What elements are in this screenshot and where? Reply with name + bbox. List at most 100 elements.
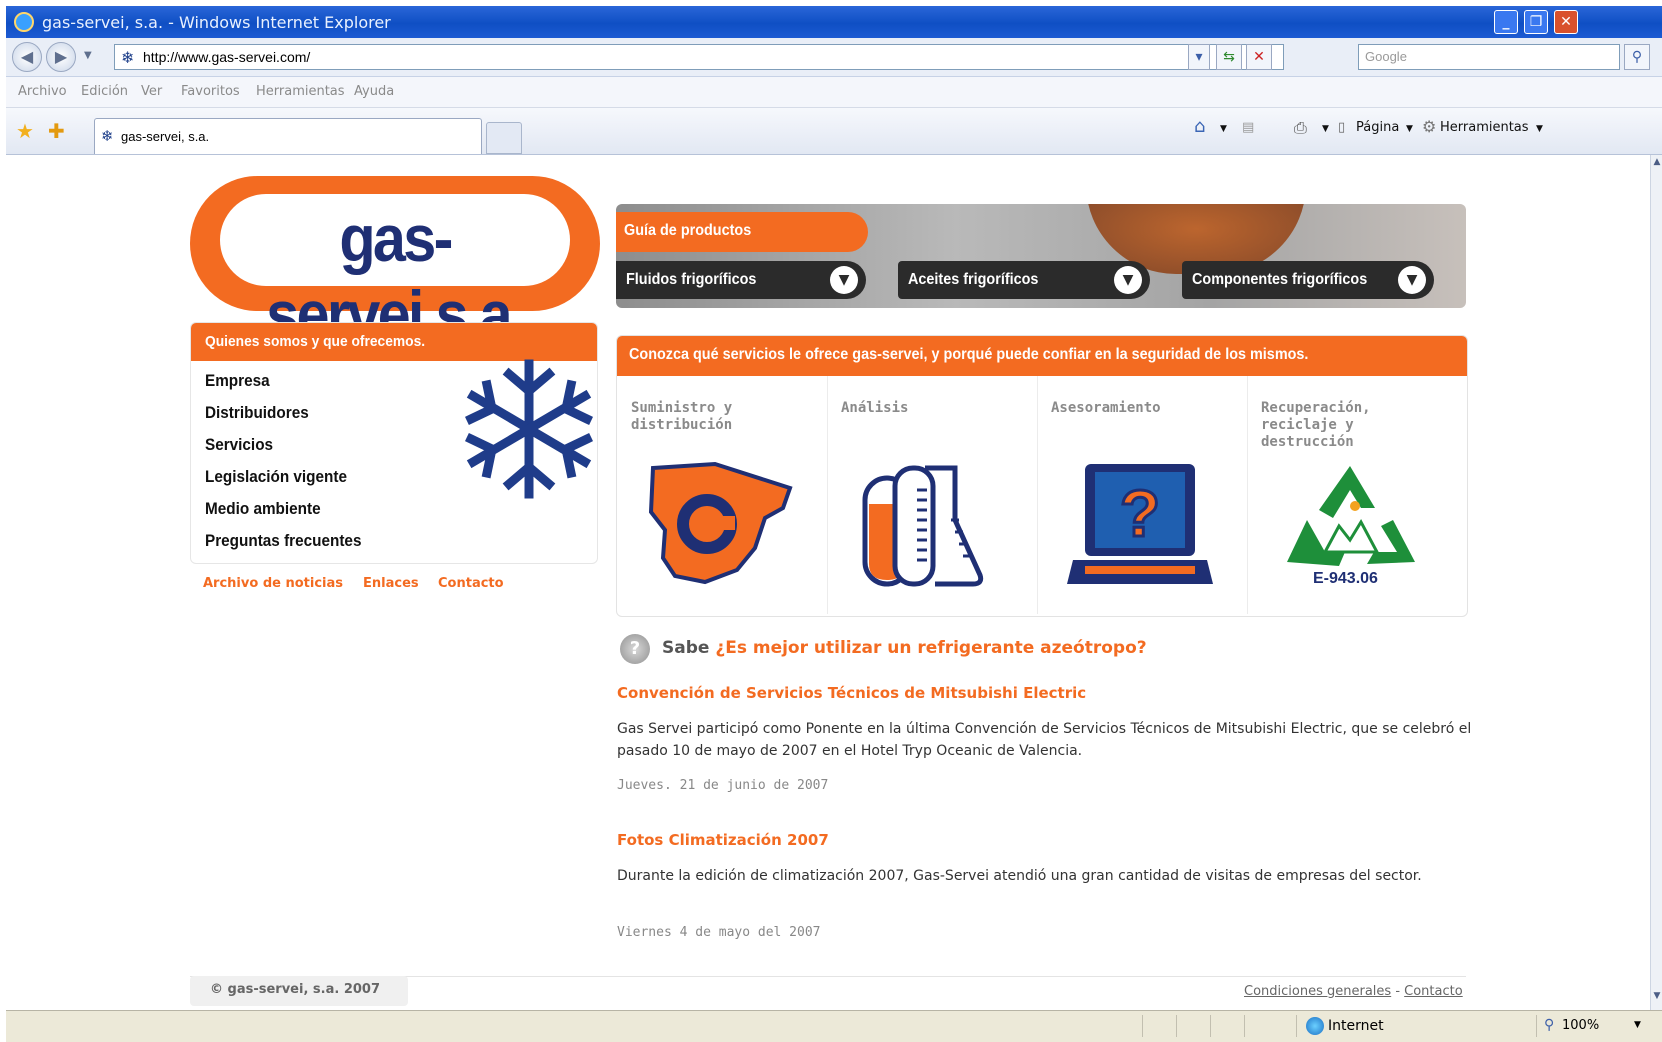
- sabe-line: Sabe ¿Es mejor utilizar un refrigerante …: [662, 638, 1147, 658]
- site-logo[interactable]: gas-servei,s.a.: [190, 176, 600, 351]
- copyright-box: © gas-servei, s.a. 2007: [190, 976, 408, 1006]
- svg-text:?: ?: [1120, 476, 1160, 550]
- product-guide-banner: Guía de productos Fluidos frigoríficos ▼…: [616, 204, 1466, 308]
- home-dropdown-icon[interactable]: ▼: [1220, 124, 1227, 134]
- status-separator: [1210, 1015, 1211, 1037]
- dropdown-aceites[interactable]: Aceites frigoríficos ▼: [898, 261, 1150, 299]
- link-contacto[interactable]: Contacto: [438, 576, 504, 591]
- url-text: http://www.gas-servei.com/: [143, 49, 311, 65]
- scroll-up-icon[interactable]: ▲: [1651, 157, 1662, 173]
- footer-contact-link[interactable]: Contacto: [1404, 984, 1463, 999]
- search-icon[interactable]: ⚲: [1624, 44, 1650, 70]
- product-guide-label: Guía de productos: [616, 212, 868, 252]
- news-body: Gas Servei participó como Ponente en la …: [617, 721, 1472, 759]
- refresh-icon[interactable]: ⇆: [1216, 44, 1242, 70]
- test-tubes-icon: [862, 465, 984, 587]
- dropdown-aceites-label: Aceites frigoríficos: [908, 271, 1039, 288]
- tools-dropdown-icon[interactable]: ▼: [1536, 124, 1543, 134]
- status-separator: [1176, 1015, 1177, 1037]
- status-bar: Internet ⚲ 100% ▼: [6, 1010, 1662, 1042]
- copyright-text: © gas-servei, s.a. 2007: [210, 982, 381, 997]
- footer-links: Condiciones generales - Contacto: [1244, 984, 1463, 999]
- service-title: Asesoramiento: [1051, 400, 1161, 416]
- menu-herramientas[interactable]: Herramientas: [256, 84, 345, 99]
- print-dropdown-icon[interactable]: ▼: [1322, 124, 1329, 134]
- menu-bar: Archivo Edición Ver Favoritos Herramient…: [6, 77, 1662, 108]
- service-title: Análisis: [841, 400, 909, 416]
- url-field[interactable]: ❄ http://www.gas-servei.com/: [114, 44, 1284, 70]
- url-dropdown-icon[interactable]: ▾: [1188, 44, 1210, 70]
- close-button[interactable]: ✕: [1554, 10, 1578, 34]
- services-box: Conozca qué servicios le ofrece gas-serv…: [616, 335, 1468, 617]
- home-icon[interactable]: ⌂: [1194, 116, 1205, 137]
- menu-ver[interactable]: Ver: [141, 84, 162, 99]
- nav-legislacion[interactable]: Legislación vigente: [205, 467, 347, 487]
- status-separator: [1244, 1015, 1245, 1037]
- search-placeholder: Google: [1365, 49, 1407, 64]
- question-icon: ?: [620, 634, 650, 664]
- page-menu[interactable]: Página: [1356, 120, 1399, 135]
- service-title: Suministro y distribución: [631, 400, 733, 433]
- favorites-star-icon[interactable]: ★: [16, 119, 34, 143]
- chevron-down-icon[interactable]: ▼: [1398, 266, 1426, 294]
- search-input[interactable]: Google: [1358, 44, 1620, 70]
- nav-empresa[interactable]: Empresa: [205, 371, 270, 391]
- stop-icon[interactable]: ✕: [1246, 44, 1272, 70]
- sabe-link[interactable]: ¿Es mejor utilizar un refrigerante azeót…: [715, 638, 1146, 658]
- minimize-button[interactable]: _: [1494, 10, 1518, 34]
- menu-edicion[interactable]: Edición: [81, 84, 128, 99]
- link-enlaces[interactable]: Enlaces: [363, 576, 419, 591]
- nav-servicios[interactable]: Servicios: [205, 435, 273, 455]
- nav-preguntas-frecuentes[interactable]: Preguntas frecuentes: [205, 531, 361, 551]
- nav-distribuidores[interactable]: Distribuidores: [205, 403, 309, 423]
- spain-map-icon: [648, 461, 793, 585]
- nav-medio-ambiente[interactable]: Medio ambiente: [205, 499, 321, 519]
- forward-button[interactable]: ▶: [46, 42, 76, 72]
- news-date: Viernes 4 de mayo del 2007: [617, 925, 821, 940]
- service-suministro[interactable]: Suministro y distribución: [617, 376, 828, 614]
- news-title[interactable]: Convención de Servicios Técnicos de Mits…: [617, 684, 1086, 702]
- vertical-scrollbar[interactable]: ▲ ▼: [1650, 155, 1662, 1010]
- history-dropdown-icon[interactable]: ▼: [84, 50, 92, 61]
- restore-button[interactable]: ❐: [1524, 10, 1548, 34]
- scroll-down-icon[interactable]: ▼: [1651, 991, 1662, 1007]
- print-icon[interactable]: ⎙: [1294, 118, 1307, 138]
- news-title[interactable]: Fotos Climatización 2007: [617, 831, 829, 849]
- laptop-question-icon: ?: [1067, 464, 1213, 584]
- security-zone[interactable]: Internet: [1328, 1018, 1384, 1034]
- logo-inner: gas-servei,s.a.: [220, 194, 570, 351]
- page-dropdown-icon[interactable]: ▼: [1406, 124, 1413, 134]
- terms-link[interactable]: Condiciones generales: [1244, 984, 1391, 999]
- window-title: gas-servei, s.a. - Windows Internet Expl…: [42, 13, 391, 32]
- chevron-down-icon[interactable]: ▼: [830, 266, 858, 294]
- tab-gas-servei[interactable]: ❄ gas-servei, s.a.: [94, 118, 482, 154]
- menu-favoritos[interactable]: Favoritos: [181, 84, 240, 99]
- left-nav-header: Quienes somos y que ofrecemos.: [191, 323, 597, 361]
- dropdown-componentes[interactable]: Componentes frigoríficos ▼: [1182, 261, 1434, 299]
- service-recuperacion[interactable]: Recuperación, reciclaje y destrucción E-…: [1247, 376, 1457, 614]
- back-button[interactable]: ◀: [12, 42, 42, 72]
- status-separator: [1142, 1015, 1143, 1037]
- status-separator: [1296, 1015, 1297, 1037]
- zoom-level[interactable]: 100%: [1562, 1018, 1599, 1033]
- window-titlebar[interactable]: gas-servei, s.a. - Windows Internet Expl…: [6, 6, 1662, 38]
- dropdown-fluidos[interactable]: Fluidos frigoríficos ▼: [616, 261, 866, 299]
- service-title: Recuperación, reciclaje y destrucción: [1261, 400, 1371, 450]
- page-icon: ▯: [1338, 120, 1346, 135]
- services-header-text: Conozca qué servicios le ofrece gas-serv…: [629, 346, 1309, 363]
- add-favorites-icon[interactable]: ✚: [48, 119, 65, 143]
- news-body: Durante la edición de climatización 2007…: [617, 868, 1422, 884]
- zoom-dropdown-icon[interactable]: ▼: [1634, 1020, 1641, 1030]
- internet-explorer-icon: [14, 12, 34, 32]
- link-archivo-noticias[interactable]: Archivo de noticias: [203, 576, 343, 591]
- status-separator: [1536, 1015, 1537, 1037]
- feeds-icon[interactable]: ▤: [1242, 120, 1254, 135]
- menu-ayuda[interactable]: Ayuda: [354, 84, 394, 99]
- service-asesoramiento[interactable]: Asesoramiento ?: [1037, 376, 1248, 614]
- service-analisis[interactable]: Análisis: [827, 376, 1038, 614]
- menu-archivo[interactable]: Archivo: [18, 84, 67, 99]
- site-favicon-icon: ❄: [121, 48, 135, 67]
- tools-menu[interactable]: Herramientas: [1440, 120, 1529, 135]
- new-tab-button[interactable]: [486, 122, 522, 154]
- chevron-down-icon[interactable]: ▼: [1114, 266, 1142, 294]
